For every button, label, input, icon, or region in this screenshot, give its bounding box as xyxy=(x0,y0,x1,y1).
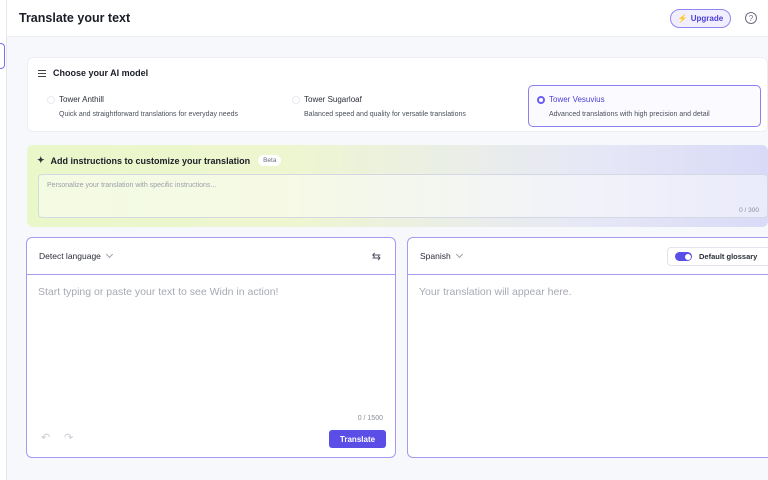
source-panel-header: Detect language ⇆ xyxy=(27,238,395,275)
target-panel-header: Spanish Default glossary xyxy=(408,238,768,275)
source-language-select[interactable]: Detect language xyxy=(39,250,113,261)
instructions-counter: 0 / 300 xyxy=(739,207,759,214)
model-name: Tower Anthill xyxy=(59,95,104,104)
model-name: Tower Sugarloaf xyxy=(304,95,362,104)
radio-selected-icon[interactable] xyxy=(537,96,545,104)
model-description: Quick and straightforward translations f… xyxy=(59,111,238,118)
glossary-toggle-control[interactable]: Default glossary xyxy=(667,247,768,266)
target-language-select[interactable]: Spanish xyxy=(420,250,463,261)
undo-icon[interactable]: ↶ xyxy=(41,431,50,444)
left-sidebar-edge xyxy=(0,0,7,480)
source-panel: Detect language ⇆ Start typing or paste … xyxy=(26,237,396,458)
target-language-label: Spanish xyxy=(420,251,451,261)
instructions-card: ✦ Add instructions to customize your tra… xyxy=(27,145,768,227)
glossary-toggle[interactable] xyxy=(675,252,692,261)
model-option-tower-sugarloaf[interactable]: Tower Sugarloaf Balanced speed and quali… xyxy=(283,85,515,127)
translation-output: Your translation will appear here. xyxy=(419,286,572,298)
lightning-bolt-icon: ⚡ xyxy=(677,14,688,23)
source-language-label: Detect language xyxy=(39,251,101,261)
page-title: Translate your text xyxy=(19,11,131,25)
help-icon[interactable]: ? xyxy=(745,12,757,24)
source-char-counter: 0 / 1500 xyxy=(357,415,383,422)
upgrade-label: Upgrade xyxy=(690,14,724,23)
radio-icon[interactable] xyxy=(292,96,300,104)
source-text-input[interactable]: Start typing or paste your text to see W… xyxy=(38,286,278,298)
model-option-tower-anthill[interactable]: Tower Anthill Quick and straightforward … xyxy=(38,85,270,127)
model-name: Tower Vesuvius xyxy=(549,95,605,104)
target-panel: Spanish Default glossary Your translatio… xyxy=(407,237,768,458)
glossary-label: Default glossary xyxy=(699,252,758,261)
model-description: Balanced speed and quality for versatile… xyxy=(304,111,466,118)
instructions-heading: ✦ Add instructions to customize your tra… xyxy=(37,155,282,166)
model-heading-text: Choose your AI model xyxy=(53,68,149,78)
instructions-heading-text: Add instructions to customize your trans… xyxy=(50,155,251,166)
upgrade-button[interactable]: ⚡ Upgrade xyxy=(670,9,731,28)
beta-badge: Beta xyxy=(258,155,282,166)
radio-icon[interactable] xyxy=(47,96,55,104)
model-description: Advanced translations with high precisio… xyxy=(549,111,710,118)
instructions-textarea[interactable]: Personalize your translation with specif… xyxy=(38,174,768,218)
sidebar-active-marker[interactable] xyxy=(0,43,5,69)
swap-languages-icon[interactable]: ⇆ xyxy=(372,250,381,263)
sliders-icon xyxy=(38,69,46,77)
chevron-down-icon xyxy=(455,250,463,259)
sparkle-icon: ✦ xyxy=(37,155,45,165)
instructions-placeholder: Personalize your translation with specif… xyxy=(47,182,217,189)
page-header: Translate your text ⚡ Upgrade ? xyxy=(7,0,768,37)
model-selector-card: Choose your AI model Tower Anthill Quick… xyxy=(27,57,768,132)
redo-icon[interactable]: ↷ xyxy=(64,431,73,444)
model-option-tower-vesuvius[interactable]: Tower Vesuvius Advanced translations wit… xyxy=(528,85,761,127)
translate-button[interactable]: Translate xyxy=(329,430,386,448)
model-section-heading: Choose your AI model xyxy=(38,68,148,78)
chevron-down-icon xyxy=(105,250,113,259)
